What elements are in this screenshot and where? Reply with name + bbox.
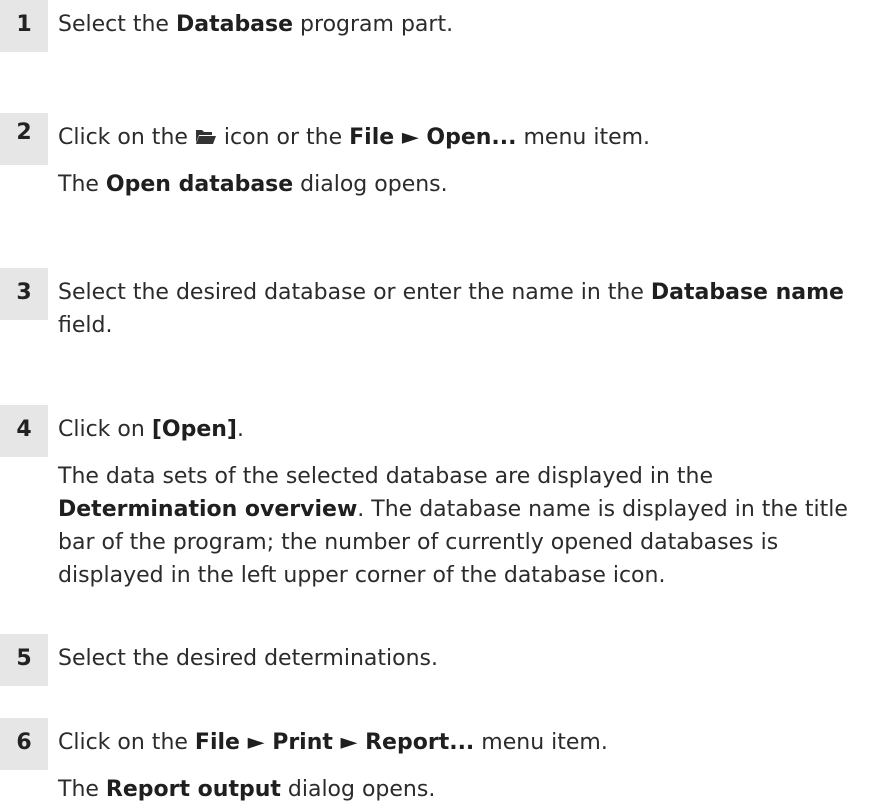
result-line: The Open database dialog opens. <box>58 168 868 201</box>
instruction-line: Select the desired determinations. <box>58 642 868 675</box>
step-number: 3 <box>0 268 48 320</box>
instruction-page: { "steps": [ { "number": "1", "segments"… <box>0 0 884 802</box>
step-instruction: Click on the icon or the File ► Open... … <box>58 121 868 201</box>
step-number: 4 <box>0 405 48 457</box>
ui-term: [Open] <box>151 417 237 442</box>
step-instruction: Select the Database program part. <box>58 8 868 41</box>
instruction-line: Click on [Open]. <box>58 413 868 446</box>
ui-term: File ► Print ► Report... <box>194 730 475 755</box>
text-run: dialog opens. <box>280 777 436 802</box>
step-instruction: Select the desired database or enter the… <box>58 276 868 342</box>
text-run: Select the desired determinations. <box>58 646 438 671</box>
result-paragraph: The data sets of the selected database a… <box>58 460 868 592</box>
text-run: Click on the <box>58 730 195 755</box>
instruction-line: Click on the File ► Print ► Report... me… <box>58 726 868 759</box>
step-number: 2 <box>0 113 48 165</box>
text-run: . <box>236 417 244 442</box>
step-instruction: Click on the File ► Print ► Report... me… <box>58 726 868 806</box>
text-run: The <box>58 777 106 802</box>
folder-open-icon <box>195 130 216 144</box>
instruction-line: Click on the icon or the File ► Open... … <box>58 121 868 154</box>
step-number: 6 <box>0 718 48 770</box>
instruction-line: Select the Database program part. <box>58 8 868 41</box>
step-number: 5 <box>0 634 48 686</box>
text-run: dialog opens. <box>293 172 448 197</box>
text-run: field. <box>58 313 113 338</box>
step-instruction: Select the desired determinations. <box>58 642 868 675</box>
text-run: menu item. <box>474 730 608 755</box>
text-run: The <box>58 172 106 197</box>
ui-term: Determination overview <box>58 497 358 522</box>
instruction-line: Select the desired database or enter the… <box>58 276 868 342</box>
ui-term: Open database <box>105 172 294 197</box>
text-run: program part. <box>293 12 454 37</box>
ui-term: Database <box>175 12 294 37</box>
result-line: The Report output dialog opens. <box>58 773 868 806</box>
text-run: Click on the <box>58 125 195 150</box>
step-number: 1 <box>0 0 48 52</box>
text-run: Select the desired database or enter the… <box>58 280 651 305</box>
text-run: Click on <box>58 417 152 442</box>
step-instruction: Click on [Open]. The data sets of the se… <box>58 413 868 592</box>
text-run: menu item. <box>516 125 651 150</box>
text-run: Select the <box>58 12 176 37</box>
ui-term: Report output <box>105 777 281 802</box>
text-run: The data sets of the selected database a… <box>58 464 714 489</box>
ui-term: Database name <box>650 280 844 305</box>
ui-term: File ► Open... <box>349 125 517 150</box>
text-run: icon or the <box>216 125 350 150</box>
